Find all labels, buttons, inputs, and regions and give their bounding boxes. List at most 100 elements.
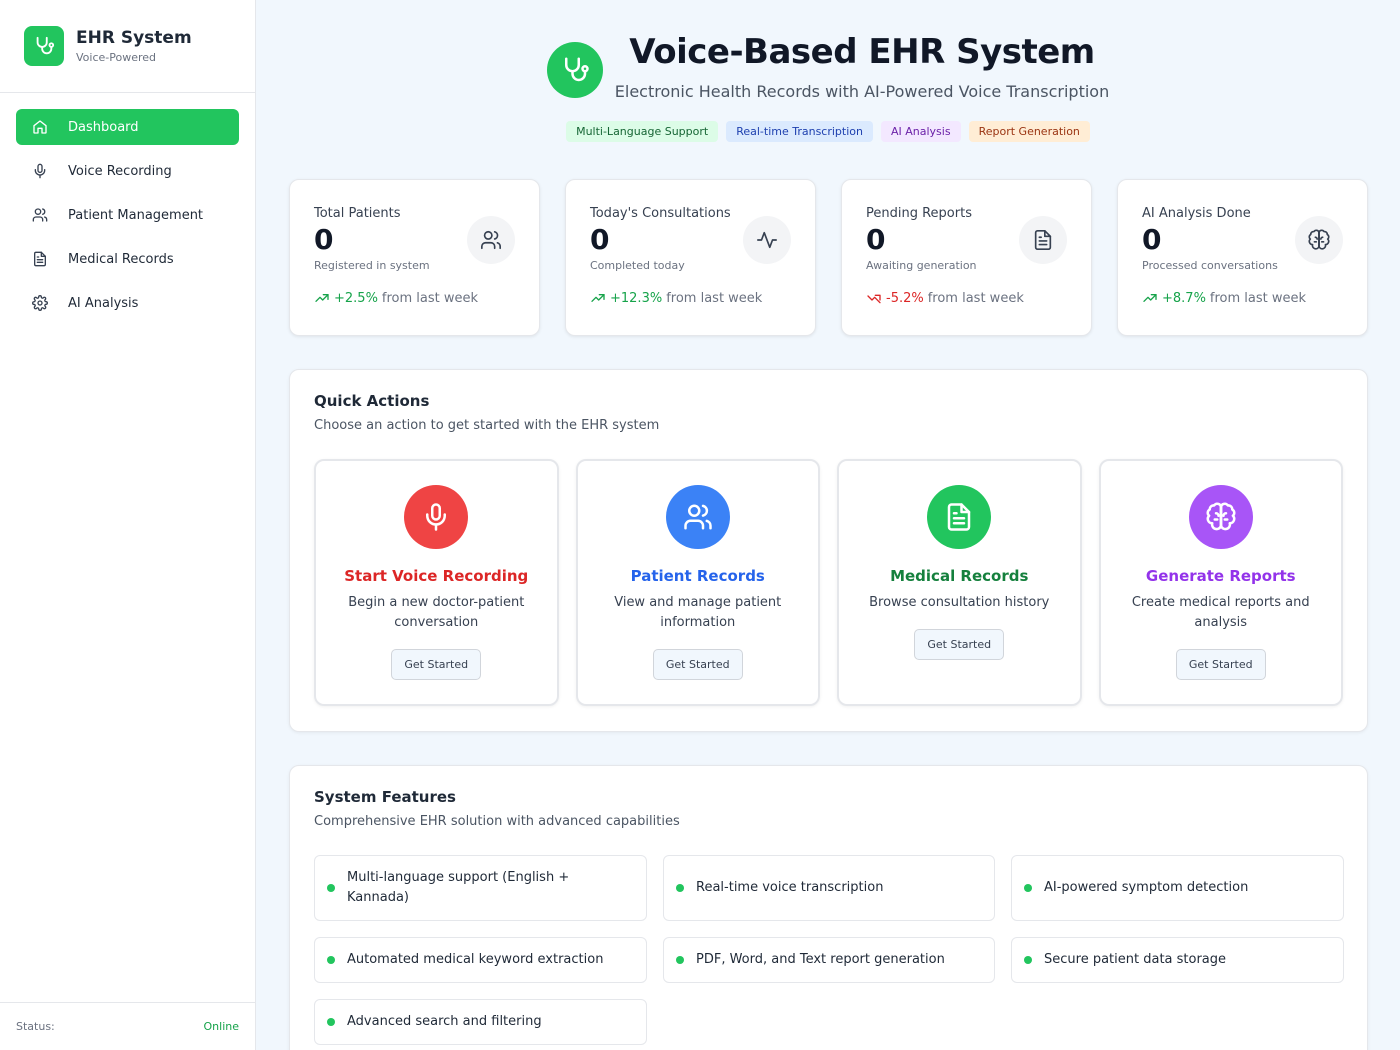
trend-value: +2.5%: [334, 290, 378, 306]
bullet-dot-icon: [327, 1018, 335, 1026]
trending-down-icon: [867, 294, 881, 304]
trend-suffix: from last week: [381, 290, 479, 306]
stat-trend: +2.5% from last week: [314, 290, 515, 306]
stat-card-pending-reports: Pending Reports 0 Awaiting generation -5…: [841, 179, 1092, 336]
get-started-button[interactable]: Get Started: [1175, 649, 1266, 680]
quick-action-generate-reports[interactable]: Generate Reports Create medical reports …: [1098, 459, 1343, 706]
feature-text: AI-powered symptom detection: [1044, 880, 1249, 895]
bullet-dot-icon: [1024, 884, 1032, 892]
tag-realtime-transcription: Real-time Transcription: [726, 121, 873, 142]
stat-card-ai-analysis: AI Analysis Done 0 Processed conversatio…: [1117, 179, 1368, 336]
page-title: Voice-Based EHR System: [629, 32, 1095, 72]
quick-action-desc: Begin a new doctor-patient conversation: [348, 595, 525, 630]
trend-suffix: from last week: [927, 290, 1024, 306]
feature-text: Secure patient data storage: [1044, 952, 1227, 967]
get-started-button[interactable]: Get Started: [914, 629, 1005, 660]
bullet-dot-icon: [327, 956, 335, 964]
quick-action-desc: Create medical reports and analysis: [1131, 595, 1310, 630]
users-icon: [665, 485, 730, 549]
mic-icon: [404, 485, 469, 549]
sidebar-item-ai-analysis[interactable]: AI Analysis: [16, 285, 239, 321]
quick-actions-panel: Quick Actions Choose an action to get st…: [289, 369, 1368, 732]
file-icon: [927, 485, 992, 549]
feature-item: Secure patient data storage: [1011, 937, 1344, 983]
sidebar-item-label: AI Analysis: [68, 295, 139, 311]
stats-row: Total Patients 0 Registered in system +2…: [289, 179, 1368, 336]
quick-action-title: Generate Reports: [1145, 567, 1296, 585]
quick-action-title: Medical Records: [890, 567, 1029, 585]
feature-item: Advanced search and filtering: [314, 999, 647, 1045]
sidebar-item-medical-records[interactable]: Medical Records: [16, 241, 239, 277]
stethoscope-icon: [24, 26, 64, 66]
quick-actions-grid: Start Voice Recording Begin a new doctor…: [314, 459, 1343, 706]
bullet-dot-icon: [676, 956, 684, 964]
trend-value: +8.7%: [1162, 290, 1206, 306]
page-header: Voice-Based EHR System Electronic Health…: [256, 30, 1400, 142]
bullet-dot-icon: [676, 884, 684, 892]
users-icon: [32, 207, 48, 223]
feature-text: Multi-language support (English + Kannad…: [347, 870, 570, 905]
tag-report-generation: Report Generation: [968, 121, 1090, 142]
sidebar-item-voice-recording[interactable]: Voice Recording: [16, 153, 239, 189]
sidebar-item-dashboard[interactable]: Dashboard: [16, 109, 239, 145]
feature-text: Real-time voice transcription: [696, 880, 884, 895]
trend-suffix: from last week: [666, 290, 763, 306]
panel-title: Quick Actions: [314, 392, 430, 410]
quick-action-desc: Browse consultation history: [869, 595, 1050, 610]
quick-action-desc: View and manage patient information: [614, 595, 782, 630]
quick-action-title: Start Voice Recording: [344, 567, 529, 585]
panel-title: System Features: [314, 788, 456, 806]
feature-item: Real-time voice transcription: [663, 855, 995, 921]
stat-card-total-patients: Total Patients 0 Registered in system +2…: [289, 179, 540, 336]
feature-item: Automated medical keyword extraction: [314, 937, 647, 983]
bullet-dot-icon: [327, 884, 335, 892]
sidebar-item-patient-management[interactable]: Patient Management: [16, 197, 239, 233]
brain-icon: [1188, 485, 1253, 549]
quick-action-medical-records[interactable]: Medical Records Browse consultation hist…: [837, 459, 1082, 706]
stat-trend: +12.3% from last week: [590, 290, 791, 306]
panel-subtitle: Choose an action to get started with the…: [314, 418, 660, 433]
quick-action-title: Patient Records: [630, 567, 765, 585]
trend-value: +12.3%: [610, 290, 663, 306]
trend-suffix: from last week: [1209, 290, 1307, 306]
get-started-button[interactable]: Get Started: [391, 649, 482, 680]
feature-item: PDF, Word, and Text report generation: [663, 937, 995, 983]
app-title: EHR System: [76, 28, 192, 48]
app-subtitle: Voice-Powered: [76, 51, 157, 64]
activity-icon: [743, 216, 791, 264]
feature-text: Advanced search and filtering: [347, 1014, 542, 1029]
sidebar-item-label: Patient Management: [68, 207, 204, 223]
sidebar-item-label: Voice Recording: [68, 163, 172, 179]
tag-multi-language: Multi-Language Support: [566, 121, 719, 142]
trending-up-icon: [591, 294, 605, 302]
stat-trend: -5.2% from last week: [866, 290, 1067, 306]
feature-item: AI-powered symptom detection: [1011, 855, 1344, 921]
quick-action-voice-recording[interactable]: Start Voice Recording Begin a new doctor…: [314, 459, 559, 706]
users-icon: [467, 216, 515, 264]
file-icon: [32, 251, 48, 267]
home-icon: [32, 119, 48, 135]
get-started-button[interactable]: Get Started: [652, 649, 743, 680]
trending-up-icon: [1143, 294, 1157, 302]
feature-item: Multi-language support (English + Kannad…: [314, 855, 647, 921]
feature-text: PDF, Word, and Text report generation: [696, 952, 945, 967]
mic-icon: [32, 163, 48, 179]
quick-action-patient-records[interactable]: Patient Records View and manage patient …: [575, 459, 820, 706]
stethoscope-icon: [546, 42, 603, 98]
sidebar: EHR System Voice-Powered Dashboard Voice…: [0, 0, 256, 1050]
system-features-panel: System Features Comprehensive EHR soluti…: [289, 765, 1368, 1050]
panel-subtitle: Comprehensive EHR solution with advanced…: [314, 814, 680, 829]
status-label: Status:: [16, 1020, 55, 1033]
trend-value: -5.2%: [886, 290, 924, 306]
stat-card-consultations: Today's Consultations 0 Completed today …: [565, 179, 816, 336]
features-grid: Multi-language support (English + Kannad…: [314, 855, 1344, 1045]
feature-text: Automated medical keyword extraction: [347, 952, 604, 967]
file-icon: [1019, 216, 1067, 264]
stat-trend: +8.7% from last week: [1142, 290, 1343, 306]
feature-tags: Multi-Language Support Real-time Transcr…: [256, 121, 1400, 142]
tag-ai-analysis: AI Analysis: [880, 121, 961, 142]
brand: EHR System Voice-Powered: [0, 0, 255, 93]
brain-icon: [1295, 216, 1343, 264]
bullet-dot-icon: [1024, 956, 1032, 964]
sidebar-item-label: Dashboard: [68, 119, 139, 135]
